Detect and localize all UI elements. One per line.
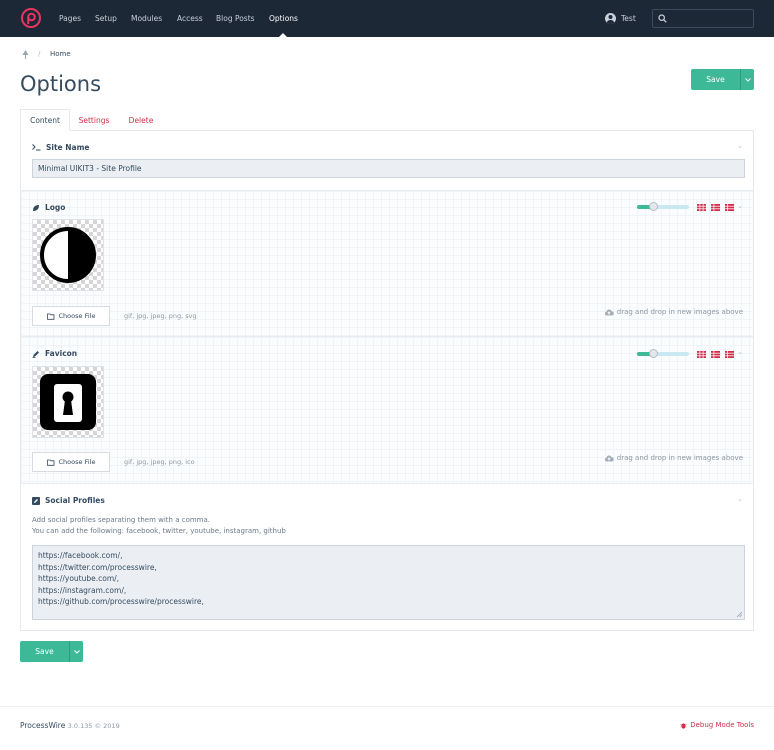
textarea-line: https://github.com/processwire/processwi…: [38, 597, 204, 607]
list-view-icon[interactable]: [725, 204, 734, 211]
chevron-down-icon: [73, 649, 80, 654]
content-panel: Site Name ⌄ Minimal UIKIT3 - Site Profil…: [20, 131, 754, 631]
social-profiles-textarea[interactable]: https://facebook.com/, https://twitter.c…: [32, 545, 745, 620]
folder-open-icon: [46, 459, 54, 466]
breadcrumb-home[interactable]: Home: [50, 50, 71, 58]
favicon-choose-file-button[interactable]: Choose File: [32, 452, 110, 472]
search-input[interactable]: [652, 9, 754, 28]
collapse-chevron-icon[interactable]: ⌄: [737, 348, 743, 356]
cloud-upload-icon: [604, 454, 614, 461]
page-title: Options: [20, 72, 102, 96]
nav-options[interactable]: Options: [269, 14, 298, 23]
site-name-label: Site Name: [46, 143, 90, 152]
proportional-view-icon[interactable]: [711, 351, 720, 358]
favicon-thumbnail[interactable]: [32, 366, 104, 438]
field-logo: Logo ⌄ Choose File gif, jpg, jpeg, png, …: [21, 191, 753, 337]
list-view-icon[interactable]: [725, 351, 734, 358]
social-description-line-1: Add social profiles separating them with…: [32, 516, 210, 524]
tab-settings[interactable]: Settings: [76, 109, 112, 131]
footer-version: 3.0.135 © 2019: [67, 722, 120, 730]
leaf-icon: [33, 204, 39, 211]
proportional-view-icon[interactable]: [711, 204, 720, 211]
thumbnail-size-slider[interactable]: [637, 202, 689, 211]
search-icon: [658, 14, 667, 23]
footer-brand[interactable]: ProcessWire: [20, 721, 65, 730]
chevron-down-icon: [744, 77, 751, 82]
slider-handle[interactable]: [649, 349, 658, 358]
footer: ProcessWire 3.0.135 © 2019 Debug Mode To…: [0, 706, 774, 750]
textarea-line: https://instagram.com/,: [38, 585, 127, 595]
breadcrumb-separator: /: [38, 50, 41, 58]
tab-delete[interactable]: Delete: [124, 109, 158, 131]
favicon-allowed-extensions: gif, jpg, jpeg, png, ico: [124, 458, 195, 466]
edit-square-icon: [32, 496, 40, 505]
field-favicon: Favicon ⌄ Choose File gif, jpg, jpeg, pn…: [21, 337, 753, 484]
nav-setup[interactable]: Setup: [95, 14, 117, 23]
save-dropdown-toggle[interactable]: [69, 641, 83, 662]
textarea-line: https://twitter.com/processwire,: [38, 562, 157, 572]
save-dropdown-toggle[interactable]: [740, 69, 754, 90]
terminal-icon: [32, 144, 41, 151]
field-site-name: Site Name ⌄ Minimal UIKIT3 - Site Profil…: [21, 131, 753, 191]
bug-icon: [680, 722, 687, 729]
textarea-line: https://facebook.com/,: [38, 551, 123, 560]
grid-view-icon[interactable]: [697, 351, 706, 358]
slider-handle[interactable]: [649, 202, 658, 211]
tab-bar: Content Settings Delete: [20, 109, 754, 131]
save-button-label[interactable]: Save: [20, 641, 69, 662]
nav-blog-posts[interactable]: Blog Posts: [216, 14, 255, 23]
textarea-line: https://youtube.com/,: [38, 574, 120, 584]
logo-label: Logo: [45, 203, 66, 212]
pencil-icon: [32, 350, 39, 358]
logo-allowed-extensions: gif, jpg, jpeg, png, svg: [124, 312, 197, 320]
site-name-input[interactable]: Minimal UIKIT3 - Site Profile: [32, 159, 745, 178]
logo-drag-drop-hint: drag and drop in new images above: [604, 308, 743, 316]
cloud-upload-icon: [604, 308, 614, 315]
social-profiles-label: Social Profiles: [45, 496, 105, 505]
save-button-top[interactable]: Save: [691, 69, 754, 90]
favicon-drag-drop-hint: drag and drop in new images above: [604, 454, 743, 462]
processwire-logo[interactable]: [21, 8, 41, 28]
field-social-profiles: Social Profiles ⌄ Add social profiles se…: [21, 484, 753, 631]
folder-open-icon: [46, 313, 54, 320]
active-nav-caret: [279, 33, 287, 37]
collapse-chevron-icon[interactable]: ⌄: [737, 495, 743, 503]
collapse-chevron-icon[interactable]: ⌄: [737, 202, 743, 210]
debug-mode-tools-link[interactable]: Debug Mode Tools: [680, 721, 754, 729]
user-avatar-icon[interactable]: [605, 13, 616, 24]
tree-icon[interactable]: [22, 50, 29, 59]
keyhole-favicon-image: [40, 374, 96, 430]
top-nav: Pages Setup Modules Access Blog Posts Op…: [0, 0, 774, 37]
favicon-label: Favicon: [45, 349, 78, 358]
save-button-label[interactable]: Save: [691, 69, 740, 90]
nav-access[interactable]: Access: [177, 14, 203, 23]
nav-modules[interactable]: Modules: [131, 14, 162, 23]
save-button-bottom[interactable]: Save: [20, 641, 83, 662]
tab-content[interactable]: Content: [20, 109, 70, 131]
nav-pages[interactable]: Pages: [59, 14, 81, 23]
logo-thumbnail[interactable]: [32, 219, 104, 291]
grid-view-icon[interactable]: [697, 204, 706, 211]
resize-handle-icon[interactable]: [736, 611, 742, 617]
social-description-line-2: You can add the following: facebook, twi…: [32, 527, 286, 535]
collapse-chevron-icon[interactable]: ⌄: [737, 142, 743, 150]
thumbnail-size-slider[interactable]: [637, 349, 689, 358]
half-circle-logo-image: [40, 227, 96, 283]
user-name[interactable]: Test: [621, 14, 636, 23]
logo-choose-file-button[interactable]: Choose File: [32, 306, 110, 326]
